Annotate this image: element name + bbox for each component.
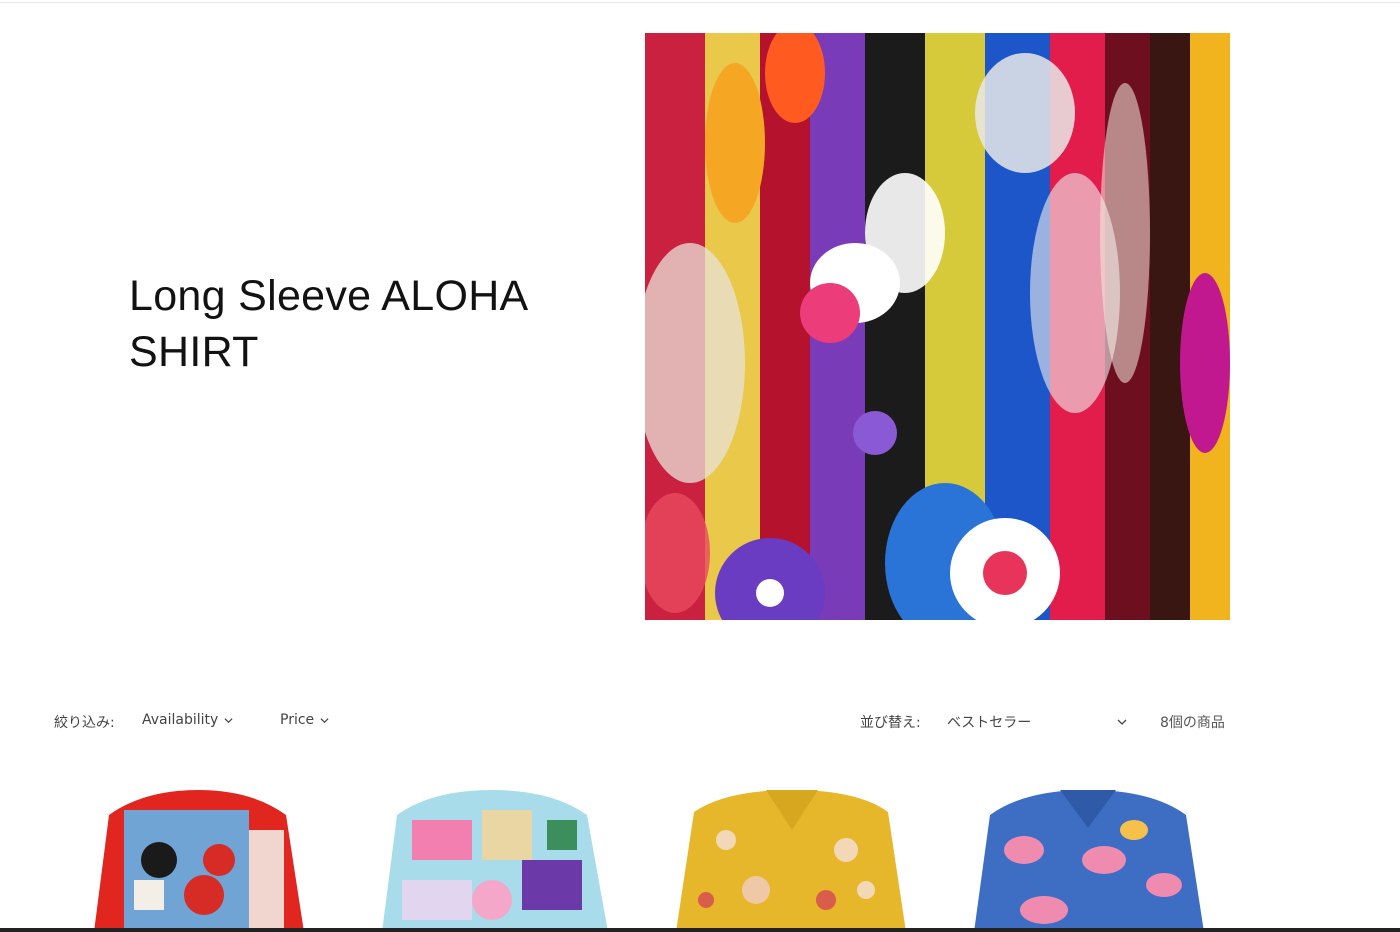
- chevron-down-icon: [224, 717, 233, 723]
- collection-banner-image: [645, 33, 1230, 620]
- price-filter-button[interactable]: Price: [280, 712, 329, 728]
- collection-title: Long Sleeve ALOHA SHIRT: [129, 272, 527, 376]
- chevron-down-icon: [1117, 719, 1127, 725]
- sort-label: 並び替え:: [860, 715, 921, 731]
- product-card[interactable]: [372, 790, 640, 932]
- product-grid: [54, 790, 1234, 932]
- product-card[interactable]: [64, 790, 332, 932]
- filter-label: 絞り込み:: [54, 715, 115, 731]
- collection-facets-bar: 絞り込み: Availability Price 並び替え: ベストセラー 8個…: [54, 706, 1234, 736]
- availability-filter-button[interactable]: Availability: [142, 712, 233, 728]
- product-image: [382, 790, 608, 932]
- sort-select[interactable]: ベストセラー: [947, 712, 1127, 732]
- availability-filter-label: Availability: [142, 712, 219, 728]
- product-count: 8個の商品: [1160, 715, 1225, 731]
- chevron-down-icon: [320, 717, 329, 723]
- price-filter-label: Price: [280, 712, 315, 728]
- product-image: [94, 790, 304, 932]
- product-image: [974, 790, 1204, 932]
- sort-selected-value: ベストセラー: [947, 715, 1032, 731]
- product-image: [676, 790, 906, 932]
- product-card[interactable]: [666, 790, 934, 932]
- header-divider: [0, 0, 1400, 3]
- product-card[interactable]: [964, 790, 1232, 932]
- bottom-edge: [0, 928, 1400, 932]
